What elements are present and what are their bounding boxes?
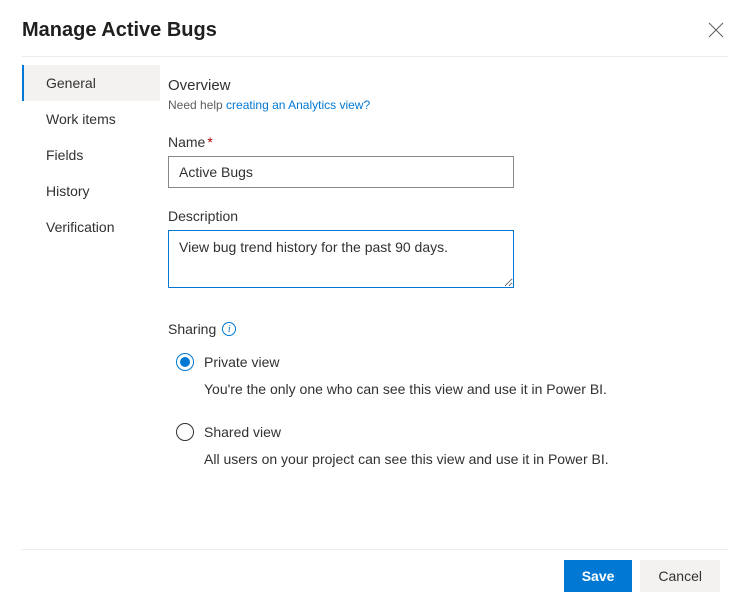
footer-divider [22, 549, 728, 550]
overview-heading: Overview [168, 77, 722, 94]
sidebar-item-fields[interactable]: Fields [22, 137, 160, 173]
radio-description-shared: All users on your project can see this v… [204, 451, 722, 467]
cancel-button[interactable]: Cancel [640, 560, 720, 592]
help-text: Need help creating an Analytics view? [168, 98, 722, 112]
description-label: Description [168, 208, 722, 224]
radio-option-shared[interactable]: Shared view [176, 423, 722, 441]
sidebar-item-label: Verification [46, 219, 114, 235]
radio-description-private: You're the only one who can see this vie… [204, 381, 722, 397]
sidebar-item-label: History [46, 183, 90, 199]
sidebar-item-label: Work items [46, 111, 116, 127]
description-field-block: Description [168, 208, 722, 291]
sidebar-item-history[interactable]: History [22, 173, 160, 209]
dialog-title: Manage Active Bugs [22, 19, 217, 42]
sidebar-nav: General Work items Fields History Verifi… [22, 65, 160, 493]
save-button[interactable]: Save [564, 560, 633, 592]
radio-label-private: Private view [204, 354, 279, 370]
name-label: Name* [168, 134, 722, 150]
sidebar-item-label: General [46, 75, 96, 91]
sidebar-item-verification[interactable]: Verification [22, 209, 160, 245]
name-label-text: Name [168, 134, 205, 150]
info-icon[interactable]: i [222, 322, 236, 336]
name-input[interactable] [168, 156, 514, 188]
sidebar-item-work-items[interactable]: Work items [22, 101, 160, 137]
dialog-body: General Work items Fields History Verifi… [0, 57, 750, 493]
sharing-option-shared: Shared view All users on your project ca… [168, 423, 722, 467]
help-prefix: Need help [168, 98, 226, 112]
radio-option-private[interactable]: Private view [176, 353, 722, 371]
radio-button-shared[interactable] [176, 423, 194, 441]
close-icon [708, 22, 724, 38]
close-button[interactable] [704, 18, 728, 42]
dialog-header: Manage Active Bugs [0, 0, 750, 56]
sharing-option-private: Private view You're the only one who can… [168, 353, 722, 397]
description-textarea[interactable] [168, 230, 514, 288]
sidebar-item-label: Fields [46, 147, 83, 163]
sidebar-item-general[interactable]: General [22, 65, 160, 101]
main-panel: Overview Need help creating an Analytics… [160, 65, 750, 493]
radio-button-private[interactable] [176, 353, 194, 371]
name-field-block: Name* [168, 134, 722, 188]
dialog-footer: Save Cancel [564, 560, 720, 592]
radio-label-shared: Shared view [204, 424, 281, 440]
required-asterisk: * [207, 134, 212, 150]
sharing-label: Sharing [168, 321, 216, 337]
help-link[interactable]: creating an Analytics view? [226, 98, 370, 112]
sharing-label-row: Sharing i [168, 321, 722, 337]
